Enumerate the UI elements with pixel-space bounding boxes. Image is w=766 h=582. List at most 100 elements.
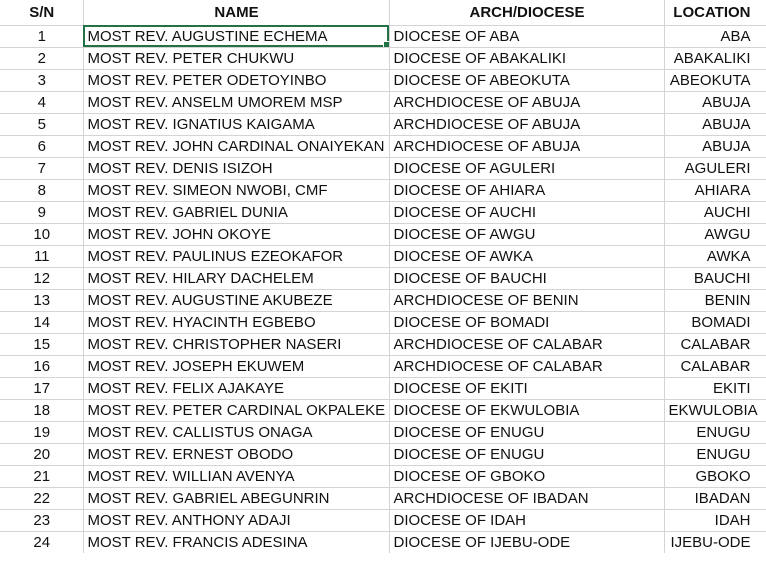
cell-sn[interactable]: 22	[0, 487, 84, 510]
cell-name[interactable]: MOST REV. PAULINUS EZEOKAFOR	[83, 245, 390, 268]
cell-location[interactable]: ABA	[664, 25, 766, 48]
cell-arch-diocese[interactable]: DIOCESE OF IDAH	[389, 509, 665, 532]
cell-location[interactable]: CALABAR	[664, 333, 766, 356]
cell-arch-diocese[interactable]: DIOCESE OF BOMADI	[389, 311, 665, 334]
cell-arch-diocese[interactable]: DIOCESE OF GBOKO	[389, 465, 665, 488]
header-cell-sn[interactable]: S/N	[0, 0, 84, 26]
cell-sn[interactable]: 17	[0, 377, 84, 400]
cell-sn[interactable]: 14	[0, 311, 84, 334]
cell-arch-diocese[interactable]: DIOCESE OF EKWULOBIA	[389, 399, 665, 422]
cell-sn[interactable]: 12	[0, 267, 84, 290]
cell-location[interactable]: EKWULOBIA	[664, 399, 766, 422]
cell-location[interactable]: BAUCHI	[664, 267, 766, 290]
cell-name[interactable]: MOST REV. WILLIAN AVENYA	[83, 465, 390, 488]
cell-sn[interactable]: 5	[0, 113, 84, 136]
cell-arch-diocese[interactable]: DIOCESE OF AGULERI	[389, 157, 665, 180]
cell-sn[interactable]: 24	[0, 531, 84, 553]
cell-name[interactable]: MOST REV. HYACINTH EGBEBO	[83, 311, 390, 334]
cell-location[interactable]: CALABAR	[664, 355, 766, 378]
cell-name[interactable]: MOST REV. IGNATIUS KAIGAMA	[83, 113, 390, 136]
cell-name[interactable]: MOST REV. PETER CHUKWU	[83, 47, 390, 70]
cell-arch-diocese[interactable]: ARCHDIOCESE OF BENIN	[389, 289, 665, 312]
cell-arch-diocese[interactable]: ARCHDIOCESE OF ABUJA	[389, 135, 665, 158]
cell-location[interactable]: EKITI	[664, 377, 766, 400]
cell-sn[interactable]: 16	[0, 355, 84, 378]
cell-name[interactable]: MOST REV. ERNEST OBODO	[83, 443, 390, 466]
cell-arch-diocese[interactable]: DIOCESE OF ABEOKUTA	[389, 69, 665, 92]
header-cell-location[interactable]: LOCATION	[664, 0, 766, 26]
cell-name[interactable]: MOST REV. GABRIEL ABEGUNRIN	[83, 487, 390, 510]
cell-location[interactable]: BENIN	[664, 289, 766, 312]
header-cell-arch-diocese[interactable]: ARCH/DIOCESE	[389, 0, 665, 26]
cell-sn[interactable]: 1	[0, 25, 84, 48]
cell-name[interactable]: MOST REV. ANTHONY ADAJI	[83, 509, 390, 532]
cell-name[interactable]: MOST REV. FRANCIS ADESINA	[83, 531, 390, 553]
cell-sn[interactable]: 9	[0, 201, 84, 224]
cell-name[interactable]: MOST REV. ANSELM UMOREM MSP	[83, 91, 390, 114]
cell-name[interactable]: MOST REV. JOHN OKOYE	[83, 223, 390, 246]
cell-name[interactable]: MOST REV. FELIX AJAKAYE	[83, 377, 390, 400]
cell-arch-diocese[interactable]: DIOCESE OF ENUGU	[389, 443, 665, 466]
cell-location[interactable]: ABEOKUTA	[664, 69, 766, 92]
cell-arch-diocese[interactable]: DIOCESE OF ENUGU	[389, 421, 665, 444]
cell-arch-diocese[interactable]: DIOCESE OF AUCHI	[389, 201, 665, 224]
cell-sn[interactable]: 8	[0, 179, 84, 202]
cell-name[interactable]: MOST REV. AUGUSTINE AKUBEZE	[83, 289, 390, 312]
cell-location[interactable]: AWKA	[664, 245, 766, 268]
cell-name-selected[interactable]: MOST REV. AUGUSTINE ECHEMA	[83, 25, 390, 48]
cell-location[interactable]: AWGU	[664, 223, 766, 246]
cell-name[interactable]: MOST REV. PETER CARDINAL OKPALEKE	[83, 399, 390, 422]
cell-location[interactable]: AGULERI	[664, 157, 766, 180]
cell-sn[interactable]: 13	[0, 289, 84, 312]
cell-arch-diocese[interactable]: DIOCESE OF AWKA	[389, 245, 665, 268]
cell-location[interactable]: IDAH	[664, 509, 766, 532]
cell-arch-diocese[interactable]: DIOCESE OF BAUCHI	[389, 267, 665, 290]
cell-arch-diocese[interactable]: DIOCESE OF ABA	[389, 25, 665, 48]
cell-arch-diocese[interactable]: DIOCESE OF EKITI	[389, 377, 665, 400]
cell-name[interactable]: MOST REV. PETER ODETOYINBO	[83, 69, 390, 92]
cell-sn[interactable]: 7	[0, 157, 84, 180]
header-cell-name[interactable]: NAME	[83, 0, 390, 26]
cell-location[interactable]: IBADAN	[664, 487, 766, 510]
cell-sn[interactable]: 3	[0, 69, 84, 92]
cell-sn[interactable]: 20	[0, 443, 84, 466]
cell-name[interactable]: MOST REV. CHRISTOPHER NASERI	[83, 333, 390, 356]
cell-arch-diocese[interactable]: ARCHDIOCESE OF ABUJA	[389, 113, 665, 136]
cell-sn[interactable]: 19	[0, 421, 84, 444]
cell-name[interactable]: MOST REV. GABRIEL DUNIA	[83, 201, 390, 224]
cell-location[interactable]: ABUJA	[664, 91, 766, 114]
cell-arch-diocese[interactable]: DIOCESE OF AHIARA	[389, 179, 665, 202]
cell-arch-diocese[interactable]: ARCHDIOCESE OF CALABAR	[389, 333, 665, 356]
cell-name[interactable]: MOST REV. JOHN CARDINAL ONAIYEKAN	[83, 135, 390, 158]
cell-name[interactable]: MOST REV. SIMEON NWOBI, CMF	[83, 179, 390, 202]
cell-sn[interactable]: 15	[0, 333, 84, 356]
cell-sn[interactable]: 6	[0, 135, 84, 158]
cell-arch-diocese[interactable]: DIOCESE OF ABAKALIKI	[389, 47, 665, 70]
cell-name[interactable]: MOST REV. JOSEPH EKUWEM	[83, 355, 390, 378]
cell-name[interactable]: MOST REV. DENIS ISIZOH	[83, 157, 390, 180]
cell-location[interactable]: BOMADI	[664, 311, 766, 334]
cell-location[interactable]: ENUGU	[664, 421, 766, 444]
cell-sn[interactable]: 21	[0, 465, 84, 488]
cell-arch-diocese[interactable]: ARCHDIOCESE OF CALABAR	[389, 355, 665, 378]
cell-name[interactable]: MOST REV. CALLISTUS ONAGA	[83, 421, 390, 444]
cell-sn[interactable]: 18	[0, 399, 84, 422]
cell-arch-diocese[interactable]: ARCHDIOCESE OF ABUJA	[389, 91, 665, 114]
cell-location[interactable]: ENUGU	[664, 443, 766, 466]
cell-location[interactable]: GBOKO	[664, 465, 766, 488]
cell-location[interactable]: ABUJA	[664, 135, 766, 158]
cell-location[interactable]: AHIARA	[664, 179, 766, 202]
cell-sn[interactable]: 11	[0, 245, 84, 268]
cell-arch-diocese[interactable]: ARCHDIOCESE OF IBADAN	[389, 487, 665, 510]
cell-arch-diocese[interactable]: DIOCESE OF AWGU	[389, 223, 665, 246]
cell-name[interactable]: MOST REV. HILARY DACHELEM	[83, 267, 390, 290]
cell-location[interactable]: IJEBU-ODE	[664, 531, 766, 553]
cell-location[interactable]: ABUJA	[664, 113, 766, 136]
cell-sn[interactable]: 10	[0, 223, 84, 246]
cell-location[interactable]: AUCHI	[664, 201, 766, 224]
cell-sn[interactable]: 23	[0, 509, 84, 532]
cell-sn[interactable]: 4	[0, 91, 84, 114]
cell-location[interactable]: ABAKALIKI	[664, 47, 766, 70]
cell-arch-diocese[interactable]: DIOCESE OF IJEBU-ODE	[389, 531, 665, 553]
cell-sn[interactable]: 2	[0, 47, 84, 70]
